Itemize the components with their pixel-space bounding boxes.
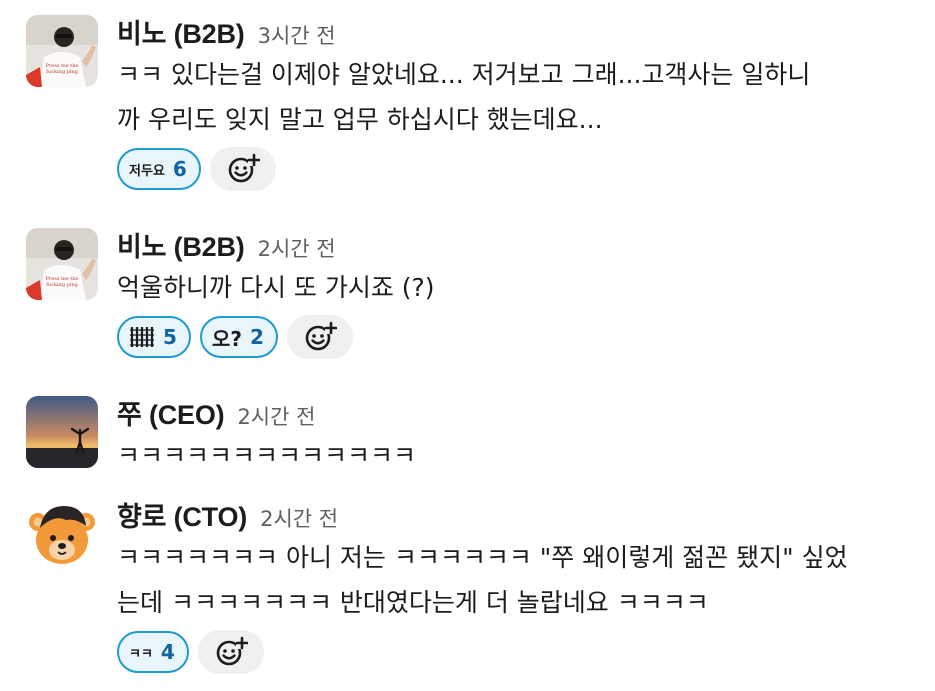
reaction-bar: ㅋㅋ 4 xyxy=(117,629,915,675)
message-text: ㅋㅋ 있다는걸 이제야 알았네요... 저거보고 그래...고객사는 일하니 까… xyxy=(117,60,811,134)
add-reaction-button[interactable] xyxy=(209,147,276,191)
svg-text:fucking ping: fucking ping xyxy=(46,282,79,288)
author-name[interactable]: 향로 (CTO) xyxy=(117,495,247,534)
reaction-count: 2 xyxy=(249,325,264,349)
add-reaction-icon xyxy=(216,636,248,666)
add-reaction-button[interactable] xyxy=(286,315,353,359)
reaction-pill[interactable]: ㅋㅋ 4 xyxy=(117,631,189,673)
reaction-emoji: 저두요 xyxy=(129,163,165,179)
add-reaction-button[interactable] xyxy=(197,630,264,674)
avatar[interactable]: Press me the fucking ping xyxy=(26,228,98,300)
reaction-pill[interactable]: 오? 2 xyxy=(199,316,278,358)
add-reaction-icon xyxy=(228,153,260,183)
reaction-pill[interactable]: 저두요 6 xyxy=(117,148,201,190)
message-header: 비노 (B2B) 2시간 전 xyxy=(117,225,915,264)
avatar[interactable]: Press me the fucking ping xyxy=(26,15,98,87)
message-header: 비노 (B2B) 3시간 전 xyxy=(117,12,915,51)
sunset-photo-icon xyxy=(26,396,98,468)
message-header: 쭈 (CEO) 2시간 전 xyxy=(117,393,915,432)
avatar[interactable] xyxy=(26,498,98,570)
stacked-lines-icon xyxy=(130,327,154,347)
reaction-emoji: 오? xyxy=(211,326,242,351)
svg-text:fucking ping: fucking ping xyxy=(46,69,79,75)
message-text: 억울하니까 다시 또 가시죠 (?) xyxy=(117,273,435,302)
timestamp[interactable]: 3시간 전 xyxy=(258,20,336,50)
reaction-count: 5 xyxy=(163,325,177,349)
bear-avatar-icon xyxy=(26,498,98,570)
message-text: ㅋㅋㅋㅋㅋㅋㅋㅋㅋㅋㅋㅋㅋ xyxy=(117,441,417,470)
reaction-bar: 저두요 6 xyxy=(117,146,915,192)
author-name[interactable]: 비노 (B2B) xyxy=(117,12,245,51)
reaction-pill[interactable]: 5 xyxy=(117,316,191,358)
message-header: 향로 (CTO) 2시간 전 xyxy=(117,495,915,534)
add-reaction-icon xyxy=(305,321,337,351)
timestamp[interactable]: 2시간 전 xyxy=(237,401,315,431)
reaction-count: 4 xyxy=(160,640,175,664)
reaction-count: 6 xyxy=(172,157,187,181)
reaction-emoji: ㅋㅋ xyxy=(129,646,153,662)
message-text: ㅋㅋㅋㅋㅋㅋㅋ 아니 저는 ㅋㅋㅋㅋㅋㅋ "쭈 왜이렇게 젊꼰 됐지" 싶었 는… xyxy=(117,543,848,617)
timestamp[interactable]: 2시간 전 xyxy=(260,503,338,533)
author-name[interactable]: 쭈 (CEO) xyxy=(117,393,225,432)
avatar[interactable] xyxy=(26,396,98,468)
person-photo-icon: Press me the fucking ping xyxy=(26,228,98,300)
reaction-bar: 5 오? 2 xyxy=(117,314,915,360)
person-photo-icon: Press me the fucking ping xyxy=(26,15,98,87)
author-name[interactable]: 비노 (B2B) xyxy=(117,225,245,264)
timestamp[interactable]: 2시간 전 xyxy=(258,233,336,263)
